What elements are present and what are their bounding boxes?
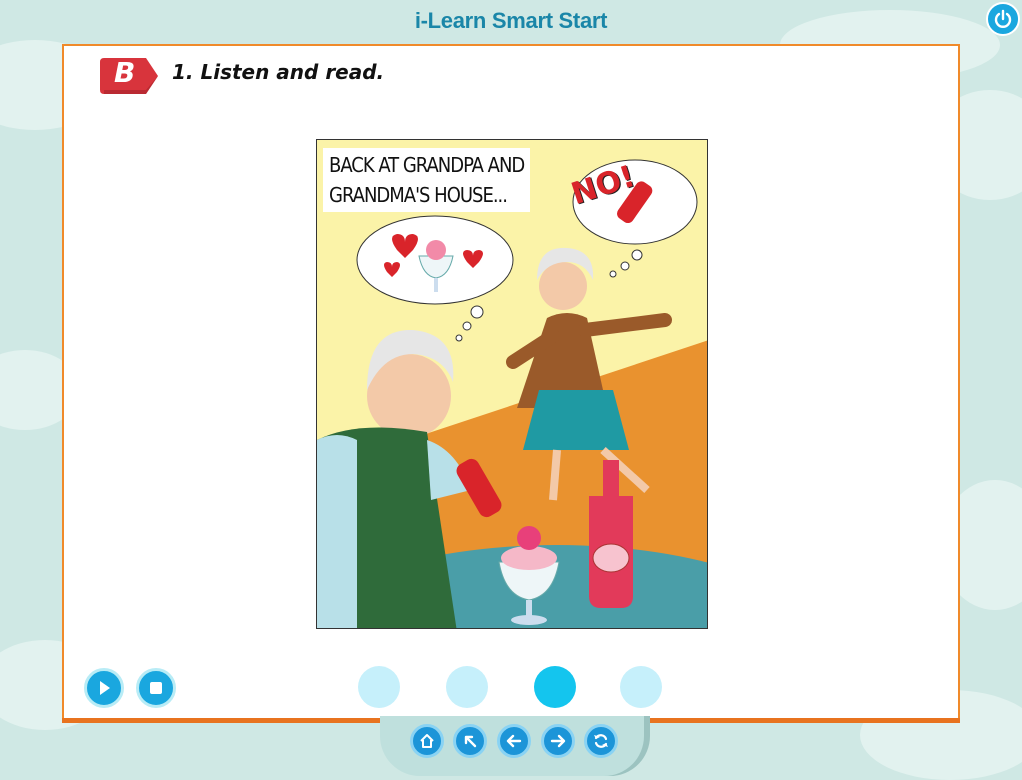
comic-caption: BACK AT GRANDPA AND GRANDMA'S HOUSE... bbox=[323, 148, 531, 212]
page-dot[interactable] bbox=[358, 666, 400, 708]
next-icon bbox=[550, 734, 566, 748]
power-icon bbox=[994, 9, 1012, 28]
app-title: i-Learn Smart Start bbox=[414, 8, 608, 33]
play-icon bbox=[100, 681, 110, 695]
instruction-text: 1. Listen and read. bbox=[172, 60, 385, 84]
previous-button[interactable] bbox=[497, 724, 531, 758]
page-dot[interactable] bbox=[620, 666, 662, 708]
home-icon bbox=[420, 734, 434, 748]
page-dot[interactable] bbox=[446, 666, 488, 708]
back-to-menu-button[interactable] bbox=[453, 724, 487, 758]
play-button[interactable] bbox=[84, 668, 124, 708]
stop-button[interactable] bbox=[136, 668, 176, 708]
stop-icon bbox=[150, 682, 162, 694]
replay-icon bbox=[594, 734, 608, 748]
back-to-menu-icon bbox=[464, 735, 477, 748]
section-letter: B bbox=[114, 56, 136, 89]
power-button[interactable] bbox=[986, 2, 1020, 36]
comic-caption-line: GRANDMA'S HOUSE... bbox=[329, 183, 508, 207]
page-dot-active[interactable] bbox=[534, 666, 576, 708]
home-button[interactable] bbox=[410, 724, 444, 758]
previous-icon bbox=[506, 734, 522, 748]
comic-illustration: BACK AT GRANDPA AND GRANDMA'S HOUSE... N… bbox=[316, 139, 708, 629]
lesson-panel: B 1. Listen and read. BACK AT GRANDPA AN… bbox=[62, 44, 960, 722]
replay-button[interactable] bbox=[584, 724, 618, 758]
comic-caption-line: BACK AT GRANDPA AND bbox=[329, 153, 525, 177]
next-button[interactable] bbox=[541, 724, 575, 758]
section-badge: B bbox=[100, 54, 162, 98]
